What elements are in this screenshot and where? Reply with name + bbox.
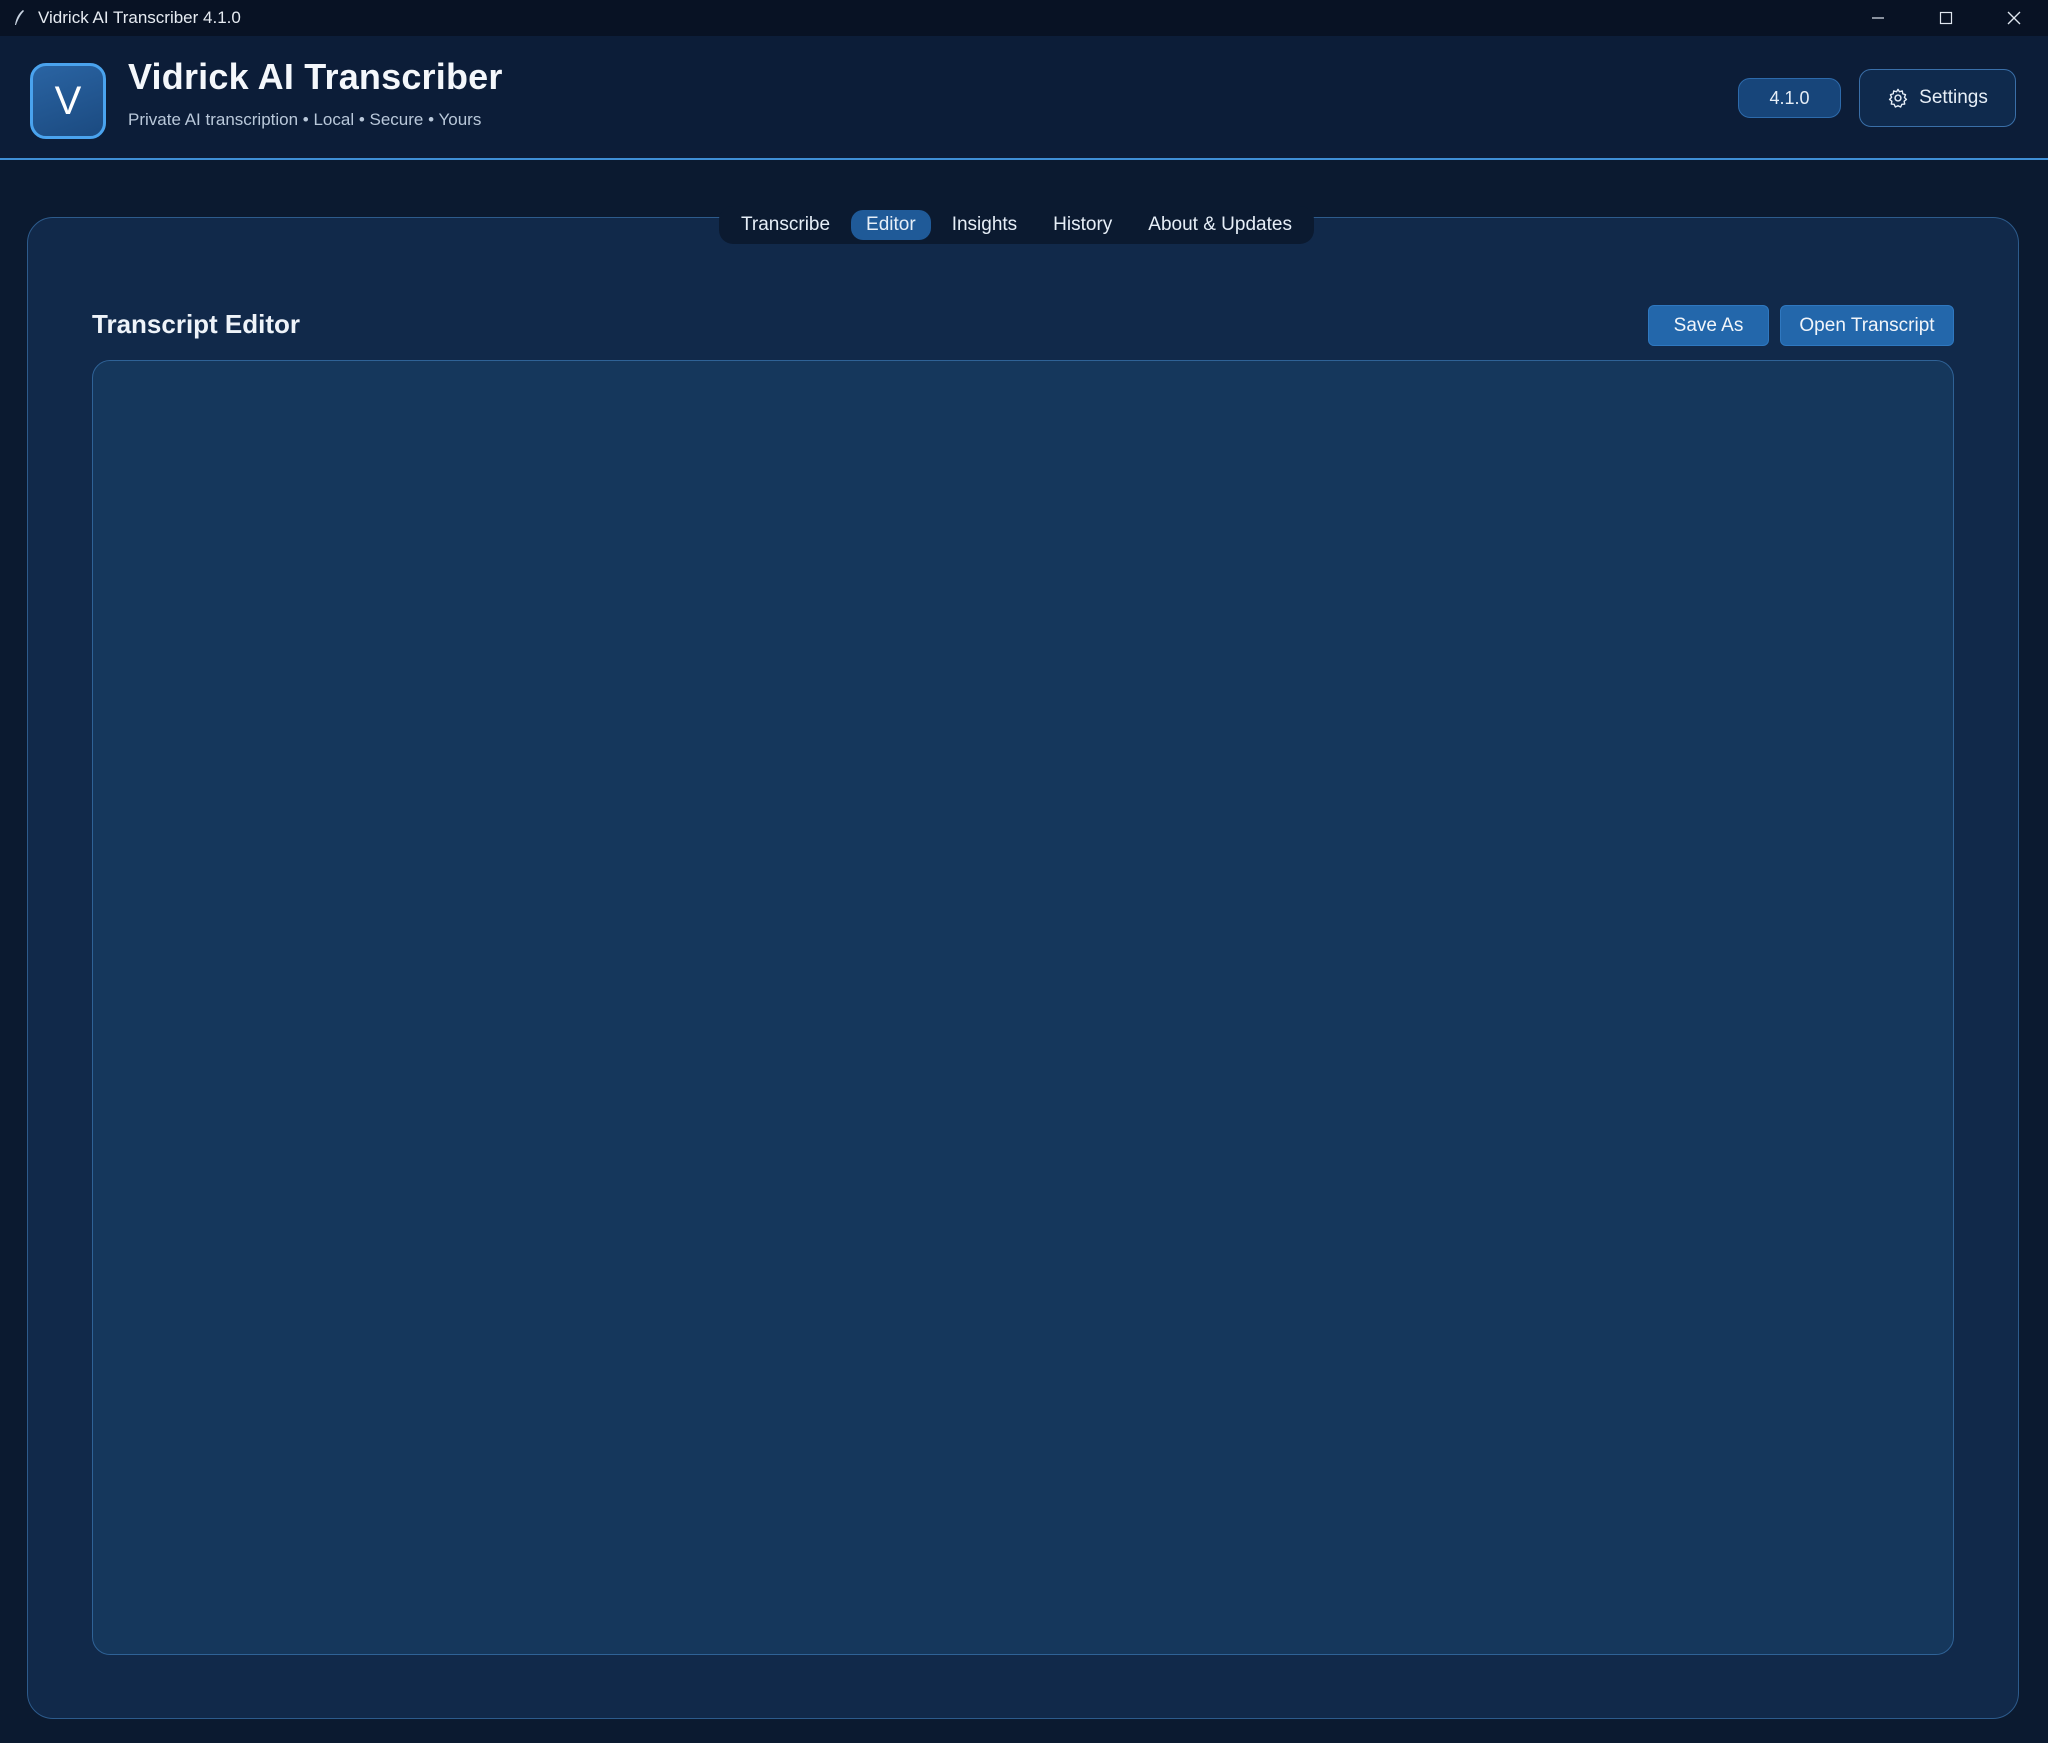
tab-insights[interactable]: Insights <box>937 210 1032 240</box>
save-as-button[interactable]: Save As <box>1648 305 1769 346</box>
version-label: 4.1.0 <box>1769 87 1810 108</box>
tab-transcribe[interactable]: Transcribe <box>726 210 845 240</box>
version-badge: 4.1.0 <box>1738 78 1841 118</box>
tab-label: Insights <box>951 214 1018 235</box>
gear-icon <box>1889 88 1908 108</box>
tab-about-updates[interactable]: About & Updates <box>1133 210 1307 240</box>
open-transcript-label: Open Transcript <box>1799 314 1935 336</box>
app-tagline: Private AI transcription • Local • Secur… <box>128 110 482 129</box>
tab-label: Editor <box>866 214 916 235</box>
tab-label: History <box>1053 214 1113 235</box>
close-button[interactable] <box>1980 0 2048 36</box>
window-controls <box>1844 0 2048 36</box>
tab-history[interactable]: History <box>1038 210 1127 240</box>
minimize-button[interactable] <box>1844 0 1912 36</box>
tab-editor[interactable]: Editor <box>851 210 931 240</box>
maximize-button[interactable] <box>1912 0 1980 36</box>
tab-bar: Transcribe Editor Insights History About… <box>719 206 1314 244</box>
save-as-label: Save As <box>1673 314 1744 336</box>
editor-title: Transcript Editor <box>92 309 301 339</box>
app-logo: V <box>30 63 106 139</box>
logo-letter: V <box>54 78 82 123</box>
window-title: Vidrick AI Transcriber 4.1.0 <box>38 8 241 27</box>
quill-icon <box>10 8 28 28</box>
app-name: Vidrick AI Transcriber <box>128 56 503 97</box>
tab-label: About & Updates <box>1148 214 1292 235</box>
close-icon <box>2007 11 2021 25</box>
settings-label: Settings <box>1919 87 1988 108</box>
open-transcript-button[interactable]: Open Transcript <box>1780 305 1954 346</box>
maximize-icon <box>1939 11 1953 25</box>
tab-label: Transcribe <box>741 214 831 235</box>
app-header: V Vidrick AI Transcriber Private AI tran… <box>0 36 2048 160</box>
window-title-bar: Vidrick AI Transcriber 4.1.0 <box>0 0 2048 36</box>
settings-button[interactable]: Settings <box>1859 69 2016 127</box>
transcript-text-area[interactable] <box>92 360 1954 1655</box>
minimize-icon <box>1872 17 1884 19</box>
